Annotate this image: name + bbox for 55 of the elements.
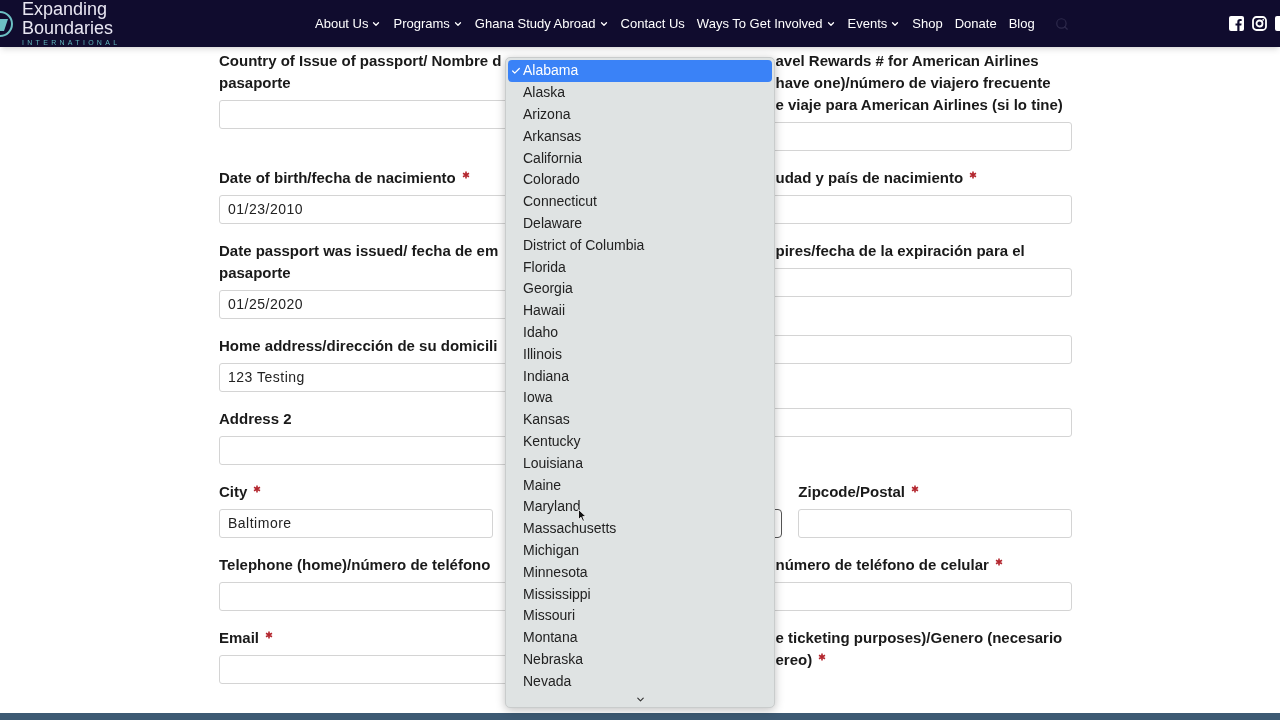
field-label: Telephone (home)/número de teléfono xyxy=(219,555,491,575)
nav-link[interactable]: Events xyxy=(847,13,901,34)
search-icon[interactable] xyxy=(1054,16,1069,31)
dropdown-option[interactable]: District of Columbia xyxy=(508,234,772,257)
logo-text: Expanding xyxy=(22,0,109,19)
field-label: Date of birth/fecha de nacimiento xyxy=(219,167,470,189)
field-label: udad y país de nacimiento xyxy=(775,167,978,189)
field-label: Email xyxy=(219,627,274,649)
dropdown-option[interactable]: Nevada xyxy=(508,670,772,693)
dropdown-option[interactable]: Idaho xyxy=(508,321,772,344)
nav-link[interactable]: Shop xyxy=(912,13,943,34)
dropdown-option[interactable]: Arizona xyxy=(508,103,772,126)
cursor-icon xyxy=(578,509,587,522)
dropdown-option[interactable]: Kansas xyxy=(508,408,772,431)
field-label: pires/fecha de la expiración para el xyxy=(775,241,1025,261)
nav-link[interactable]: Donate xyxy=(954,13,997,34)
field-label: Home address/dirección de su domicili xyxy=(219,336,498,356)
dropdown-option[interactable]: Alaska xyxy=(508,81,772,104)
dropdown-option[interactable]: Kentucky xyxy=(508,430,772,453)
nav-link[interactable]: Ways To Get Involved xyxy=(696,13,836,34)
text-field[interactable] xyxy=(798,509,1072,538)
field-label: City xyxy=(219,481,262,503)
field-label: e ticketing purposes)/Genero (necesario ereo) xyxy=(775,628,1063,670)
nav-link[interactable]: Programs xyxy=(393,13,463,34)
dropdown-option[interactable]: Minnesota xyxy=(508,561,772,584)
facebook-icon[interactable] xyxy=(1229,16,1244,31)
logo-text: Boundaries xyxy=(22,19,115,38)
nav-link[interactable]: Blog xyxy=(1008,13,1035,34)
dropdown-option[interactable]: Montana xyxy=(508,626,772,649)
dropdown-option[interactable]: Alabama xyxy=(508,60,772,82)
dropdown-option[interactable]: Florida xyxy=(508,256,772,278)
nav-link[interactable]: Contact Us xyxy=(620,13,685,34)
dropdown-option[interactable]: Illinois xyxy=(508,343,772,366)
dropdown-option[interactable]: Missouri xyxy=(508,604,772,627)
nav-link[interactable]: Ghana Study Abroad xyxy=(474,13,609,34)
dropdown-option[interactable]: Massachusetts xyxy=(508,517,772,540)
text-field[interactable]: Baltimore xyxy=(219,509,493,538)
field-label: Address 2 xyxy=(219,409,292,429)
nav-link[interactable]: About Us xyxy=(315,13,382,34)
dropdown-option[interactable]: Maine xyxy=(508,474,772,496)
field-label: Date passport was issued/ fecha de em pasaporte xyxy=(219,241,499,283)
instagram-icon[interactable] xyxy=(1252,16,1267,31)
field-label: Country of Issue of passport/ Nombre d pasaporte xyxy=(219,51,502,93)
dropdown-option[interactable]: Arkansas xyxy=(508,125,772,148)
dropdown-option[interactable]: Michigan xyxy=(508,539,772,562)
dropdown-option[interactable]: Nebraska xyxy=(508,648,772,671)
field-label: avel Rewards # for American Airlines have one)/número de viajero frecuente e viaje para American Airlines (si lo tine) xyxy=(775,51,1063,115)
dropdown-option[interactable]: Colorado xyxy=(508,169,772,191)
dropdown-option[interactable]: Maryland xyxy=(508,495,772,518)
dropdown-option[interactable]: California xyxy=(508,147,772,169)
field-label: número de teléfono de celular xyxy=(775,554,1003,576)
field-label: Zipcode/Postal xyxy=(798,481,919,503)
dropdown-option[interactable]: Louisiana xyxy=(508,452,772,475)
check-icon xyxy=(511,65,521,76)
dropdown-option[interactable]: Mississippi xyxy=(508,583,772,605)
